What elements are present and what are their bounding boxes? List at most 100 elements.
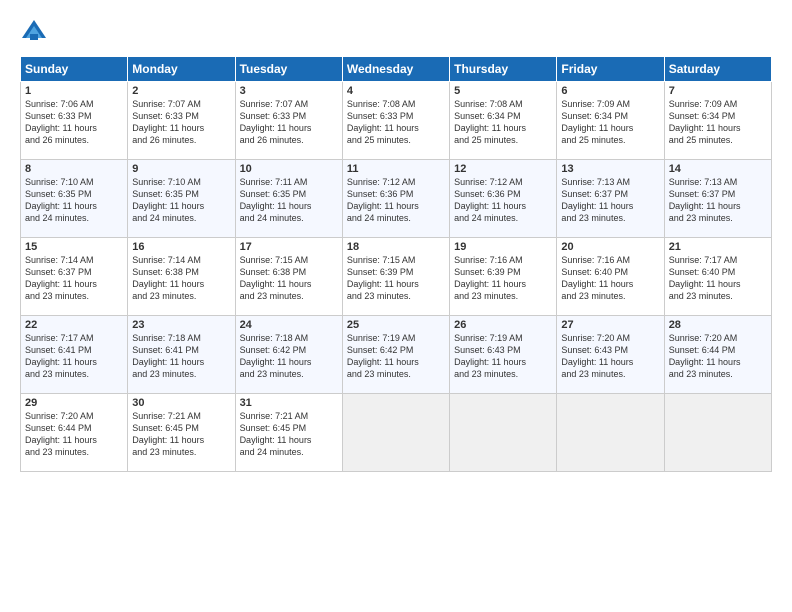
calendar-body: 1Sunrise: 7:06 AM Sunset: 6:33 PM Daylig… [21, 82, 772, 472]
day-number: 5 [454, 85, 552, 97]
day-cell: 31Sunrise: 7:21 AM Sunset: 6:45 PM Dayli… [235, 394, 342, 472]
day-info: Sunrise: 7:20 AM Sunset: 6:43 PM Dayligh… [561, 332, 659, 381]
day-info: Sunrise: 7:08 AM Sunset: 6:33 PM Dayligh… [347, 98, 445, 147]
day-cell: 27Sunrise: 7:20 AM Sunset: 6:43 PM Dayli… [557, 316, 664, 394]
week-row-2: 8Sunrise: 7:10 AM Sunset: 6:35 PM Daylig… [21, 160, 772, 238]
day-cell: 9Sunrise: 7:10 AM Sunset: 6:35 PM Daylig… [128, 160, 235, 238]
day-cell: 23Sunrise: 7:18 AM Sunset: 6:41 PM Dayli… [128, 316, 235, 394]
day-info: Sunrise: 7:20 AM Sunset: 6:44 PM Dayligh… [669, 332, 767, 381]
day-info: Sunrise: 7:19 AM Sunset: 6:42 PM Dayligh… [347, 332, 445, 381]
day-number: 14 [669, 163, 767, 175]
day-info: Sunrise: 7:12 AM Sunset: 6:36 PM Dayligh… [347, 176, 445, 225]
day-cell [557, 394, 664, 472]
day-number: 22 [25, 319, 123, 331]
day-number: 16 [132, 241, 230, 253]
day-cell: 19Sunrise: 7:16 AM Sunset: 6:39 PM Dayli… [450, 238, 557, 316]
day-number: 13 [561, 163, 659, 175]
day-info: Sunrise: 7:18 AM Sunset: 6:41 PM Dayligh… [132, 332, 230, 381]
day-info: Sunrise: 7:07 AM Sunset: 6:33 PM Dayligh… [240, 98, 338, 147]
day-info: Sunrise: 7:17 AM Sunset: 6:41 PM Dayligh… [25, 332, 123, 381]
day-number: 2 [132, 85, 230, 97]
day-info: Sunrise: 7:14 AM Sunset: 6:38 PM Dayligh… [132, 254, 230, 303]
logo [20, 18, 52, 46]
day-number: 20 [561, 241, 659, 253]
day-cell: 8Sunrise: 7:10 AM Sunset: 6:35 PM Daylig… [21, 160, 128, 238]
day-number: 7 [669, 85, 767, 97]
day-number: 25 [347, 319, 445, 331]
day-cell: 14Sunrise: 7:13 AM Sunset: 6:37 PM Dayli… [664, 160, 771, 238]
day-cell: 5Sunrise: 7:08 AM Sunset: 6:34 PM Daylig… [450, 82, 557, 160]
week-row-3: 15Sunrise: 7:14 AM Sunset: 6:37 PM Dayli… [21, 238, 772, 316]
day-info: Sunrise: 7:20 AM Sunset: 6:44 PM Dayligh… [25, 410, 123, 459]
day-info: Sunrise: 7:14 AM Sunset: 6:37 PM Dayligh… [25, 254, 123, 303]
day-cell: 4Sunrise: 7:08 AM Sunset: 6:33 PM Daylig… [342, 82, 449, 160]
day-number: 3 [240, 85, 338, 97]
day-info: Sunrise: 7:13 AM Sunset: 6:37 PM Dayligh… [669, 176, 767, 225]
day-info: Sunrise: 7:10 AM Sunset: 6:35 PM Dayligh… [25, 176, 123, 225]
day-info: Sunrise: 7:21 AM Sunset: 6:45 PM Dayligh… [240, 410, 338, 459]
day-info: Sunrise: 7:06 AM Sunset: 6:33 PM Dayligh… [25, 98, 123, 147]
day-number: 28 [669, 319, 767, 331]
day-number: 8 [25, 163, 123, 175]
day-info: Sunrise: 7:13 AM Sunset: 6:37 PM Dayligh… [561, 176, 659, 225]
day-info: Sunrise: 7:10 AM Sunset: 6:35 PM Dayligh… [132, 176, 230, 225]
day-number: 21 [669, 241, 767, 253]
day-cell: 22Sunrise: 7:17 AM Sunset: 6:41 PM Dayli… [21, 316, 128, 394]
day-number: 27 [561, 319, 659, 331]
day-info: Sunrise: 7:15 AM Sunset: 6:39 PM Dayligh… [347, 254, 445, 303]
day-info: Sunrise: 7:12 AM Sunset: 6:36 PM Dayligh… [454, 176, 552, 225]
day-number: 19 [454, 241, 552, 253]
weekday-saturday: Saturday [664, 57, 771, 82]
day-info: Sunrise: 7:11 AM Sunset: 6:35 PM Dayligh… [240, 176, 338, 225]
day-cell: 6Sunrise: 7:09 AM Sunset: 6:34 PM Daylig… [557, 82, 664, 160]
day-cell: 3Sunrise: 7:07 AM Sunset: 6:33 PM Daylig… [235, 82, 342, 160]
day-cell: 1Sunrise: 7:06 AM Sunset: 6:33 PM Daylig… [21, 82, 128, 160]
weekday-monday: Monday [128, 57, 235, 82]
week-row-5: 29Sunrise: 7:20 AM Sunset: 6:44 PM Dayli… [21, 394, 772, 472]
weekday-sunday: Sunday [21, 57, 128, 82]
day-cell: 13Sunrise: 7:13 AM Sunset: 6:37 PM Dayli… [557, 160, 664, 238]
weekday-header-row: SundayMondayTuesdayWednesdayThursdayFrid… [21, 57, 772, 82]
day-info: Sunrise: 7:17 AM Sunset: 6:40 PM Dayligh… [669, 254, 767, 303]
day-cell [450, 394, 557, 472]
weekday-thursday: Thursday [450, 57, 557, 82]
day-number: 24 [240, 319, 338, 331]
day-info: Sunrise: 7:16 AM Sunset: 6:40 PM Dayligh… [561, 254, 659, 303]
day-number: 31 [240, 397, 338, 409]
day-cell: 2Sunrise: 7:07 AM Sunset: 6:33 PM Daylig… [128, 82, 235, 160]
day-number: 9 [132, 163, 230, 175]
weekday-friday: Friday [557, 57, 664, 82]
day-number: 10 [240, 163, 338, 175]
day-info: Sunrise: 7:07 AM Sunset: 6:33 PM Dayligh… [132, 98, 230, 147]
day-cell: 10Sunrise: 7:11 AM Sunset: 6:35 PM Dayli… [235, 160, 342, 238]
day-info: Sunrise: 7:16 AM Sunset: 6:39 PM Dayligh… [454, 254, 552, 303]
day-number: 23 [132, 319, 230, 331]
day-cell: 18Sunrise: 7:15 AM Sunset: 6:39 PM Dayli… [342, 238, 449, 316]
day-cell [664, 394, 771, 472]
day-cell [342, 394, 449, 472]
day-cell: 30Sunrise: 7:21 AM Sunset: 6:45 PM Dayli… [128, 394, 235, 472]
page: SundayMondayTuesdayWednesdayThursdayFrid… [0, 0, 792, 482]
calendar-header: SundayMondayTuesdayWednesdayThursdayFrid… [21, 57, 772, 82]
day-cell: 15Sunrise: 7:14 AM Sunset: 6:37 PM Dayli… [21, 238, 128, 316]
day-cell: 29Sunrise: 7:20 AM Sunset: 6:44 PM Dayli… [21, 394, 128, 472]
day-number: 30 [132, 397, 230, 409]
day-cell: 17Sunrise: 7:15 AM Sunset: 6:38 PM Dayli… [235, 238, 342, 316]
day-number: 18 [347, 241, 445, 253]
day-number: 4 [347, 85, 445, 97]
day-info: Sunrise: 7:09 AM Sunset: 6:34 PM Dayligh… [669, 98, 767, 147]
day-number: 26 [454, 319, 552, 331]
week-row-4: 22Sunrise: 7:17 AM Sunset: 6:41 PM Dayli… [21, 316, 772, 394]
day-cell: 12Sunrise: 7:12 AM Sunset: 6:36 PM Dayli… [450, 160, 557, 238]
day-info: Sunrise: 7:21 AM Sunset: 6:45 PM Dayligh… [132, 410, 230, 459]
day-number: 11 [347, 163, 445, 175]
day-number: 6 [561, 85, 659, 97]
day-number: 1 [25, 85, 123, 97]
day-number: 29 [25, 397, 123, 409]
day-cell: 28Sunrise: 7:20 AM Sunset: 6:44 PM Dayli… [664, 316, 771, 394]
day-cell: 7Sunrise: 7:09 AM Sunset: 6:34 PM Daylig… [664, 82, 771, 160]
day-cell: 26Sunrise: 7:19 AM Sunset: 6:43 PM Dayli… [450, 316, 557, 394]
header [20, 18, 772, 46]
day-cell: 11Sunrise: 7:12 AM Sunset: 6:36 PM Dayli… [342, 160, 449, 238]
day-info: Sunrise: 7:15 AM Sunset: 6:38 PM Dayligh… [240, 254, 338, 303]
